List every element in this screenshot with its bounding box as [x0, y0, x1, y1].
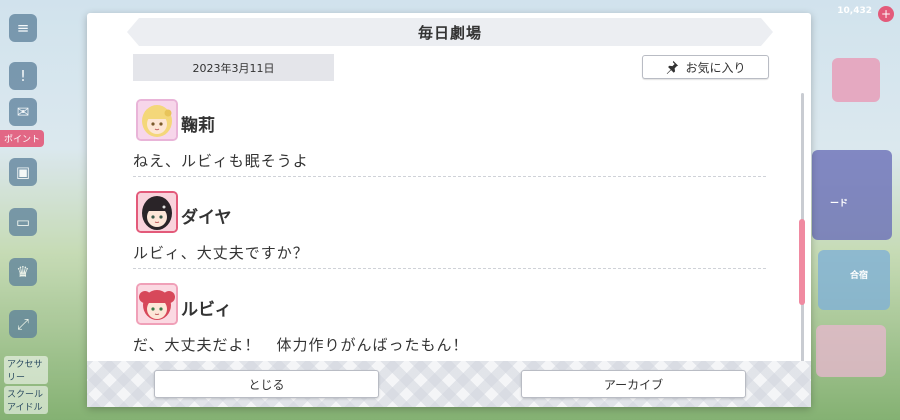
dialog-title: 毎日劇場	[417, 23, 482, 42]
right-tile-2[interactable]	[812, 150, 892, 240]
avatar-ruby	[136, 283, 178, 325]
divider	[133, 176, 766, 177]
dialog-title-bar: 毎日劇場	[127, 18, 773, 46]
notice-icon[interactable]: !	[9, 62, 37, 90]
menu-icon[interactable]: ≡	[9, 14, 37, 42]
favorite-button[interactable]: お気に入り	[642, 55, 769, 79]
close-button[interactable]: とじる	[154, 370, 379, 398]
archive-button[interactable]: アーカイブ	[521, 370, 746, 398]
dialogue-entry: ルビィ だ、大丈夫だよ！ 体力作りがんばったもん！	[133, 277, 773, 363]
right-tile-label-2: 合宿	[849, 271, 868, 281]
right-tile-label-1: ード	[829, 199, 848, 209]
event-tag: ポイント	[0, 130, 45, 147]
accessory-label: アクセサリー	[4, 356, 48, 384]
speaker-name: ダイヤ	[181, 208, 232, 228]
pin-icon	[667, 60, 679, 74]
speaker-name: 鞠莉	[181, 116, 215, 136]
speaker-name: ルビィ	[181, 300, 232, 320]
dialogue-text: ルビィ、大丈夫ですか？	[133, 244, 309, 262]
divider	[133, 268, 766, 269]
right-tile-1[interactable]	[832, 58, 880, 102]
daily-theater-dialog: 毎日劇場 2023年3月11日 お気に入り 鞠莉 ねえ、ルビィも眠そうよ ダイヤ…	[87, 13, 811, 407]
currency-value: 10,432	[837, 6, 872, 16]
avatar-mari	[136, 99, 178, 141]
mail-icon[interactable]: ✉	[9, 98, 37, 126]
avatar-dia	[136, 191, 178, 233]
gift-icon[interactable]: ▣	[9, 158, 37, 186]
dialogue-entry: 鞠莉 ねえ、ルビィも眠そうよ	[133, 93, 773, 185]
scrollbar-thumb[interactable]	[799, 219, 805, 305]
monitor-icon[interactable]: ▭	[9, 208, 37, 236]
expand-icon[interactable]: ⤢	[9, 310, 37, 338]
dialogue-text: ねえ、ルビィも眠そうよ	[133, 152, 309, 170]
dialogue-entry: ダイヤ ルビィ、大丈夫ですか？	[133, 185, 773, 277]
dialogue-list[interactable]: 鞠莉 ねえ、ルビィも眠そうよ ダイヤ ルビィ、大丈夫ですか？ ルビィ だ、大丈夫…	[133, 93, 773, 363]
right-tile-4[interactable]	[816, 325, 886, 377]
add-currency-icon[interactable]: +	[878, 6, 894, 22]
favorite-label: お気に入り	[685, 60, 746, 75]
left-rail: ≡ ! ✉ ポイント ▣ ▭ ♛ ⤢ アクセサリー スクール アイドル	[0, 0, 48, 420]
school-idol-label: スクール アイドル	[4, 386, 48, 414]
right-panel: 10,432 + ード 合宿	[805, 0, 900, 420]
trophy-icon[interactable]: ♛	[9, 258, 37, 286]
date-label: 2023年3月11日	[133, 54, 334, 81]
dialogue-text: だ、大丈夫だよ！ 体力作りがんばったもん！	[133, 336, 469, 354]
